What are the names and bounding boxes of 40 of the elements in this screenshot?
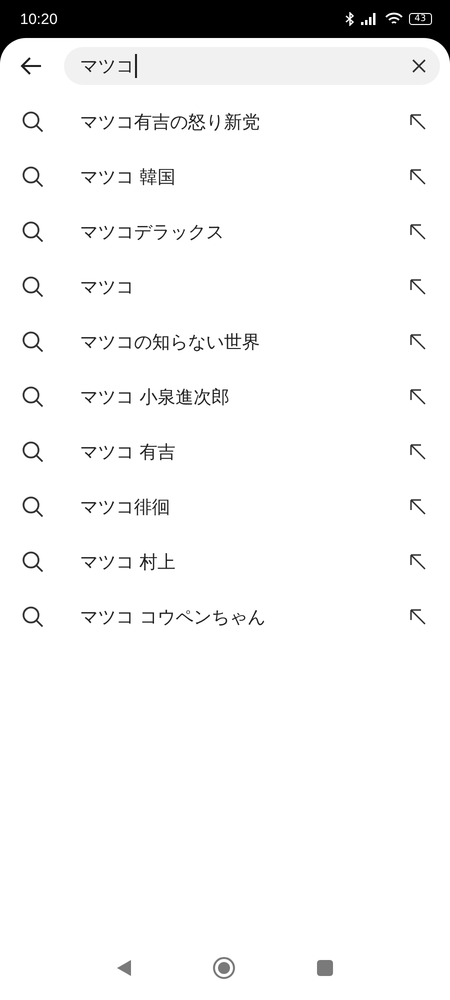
arrow-icon[interactable]	[410, 224, 426, 240]
search-icon	[22, 550, 44, 572]
clear-icon[interactable]	[412, 59, 426, 73]
search-icon	[22, 606, 44, 628]
arrow-icon[interactable]	[410, 498, 426, 514]
arrow-icon[interactable]	[410, 444, 426, 460]
suggestion-item[interactable]: マツコ コウペンちゃん	[80, 604, 410, 628]
arrow-icon[interactable]	[410, 168, 426, 184]
arrow-icon[interactable]	[410, 278, 426, 294]
search-icon	[22, 386, 44, 408]
search-icon	[22, 330, 44, 352]
arrow-icon[interactable]	[410, 608, 426, 624]
suggestion-item[interactable]: マツコ徘徊	[80, 494, 410, 518]
suggestion-item[interactable]: マツコの知らない世界	[80, 330, 410, 354]
wifi-icon	[384, 12, 403, 26]
search-icon	[22, 110, 44, 132]
back-button[interactable]	[20, 57, 42, 75]
suggestion-item[interactable]: マツコ	[80, 274, 410, 298]
search-field[interactable]: マツコ	[64, 47, 440, 85]
battery-indicator: 43	[408, 13, 432, 25]
search-icon	[22, 166, 44, 188]
arrow-icon[interactable]	[410, 114, 426, 130]
suggestion-item[interactable]: マツコ有吉の怒り新党	[80, 110, 410, 134]
back-nav-icon[interactable]	[116, 959, 132, 977]
suggestion-item[interactable]: マツコ 小泉進次郎	[80, 384, 410, 408]
bluetooth-icon	[344, 12, 355, 26]
suggestion-item[interactable]: マツコデラックス	[80, 220, 410, 244]
suggestion-item[interactable]: マツコ 村上	[80, 550, 410, 574]
arrow-icon[interactable]	[410, 334, 426, 350]
recents-nav-icon[interactable]	[316, 959, 334, 977]
search-icon	[22, 440, 44, 462]
arrow-icon[interactable]	[410, 554, 426, 570]
suggestion-item[interactable]: マツコ 有吉	[80, 440, 410, 464]
suggestion-item[interactable]: マツコ 韓国	[80, 164, 410, 188]
status-time: 10:20	[20, 10, 58, 28]
search-icon	[22, 496, 44, 518]
arrow-icon[interactable]	[410, 388, 426, 404]
search-icon	[22, 276, 44, 298]
home-nav-icon[interactable]	[212, 956, 236, 980]
search-icon	[22, 220, 44, 242]
